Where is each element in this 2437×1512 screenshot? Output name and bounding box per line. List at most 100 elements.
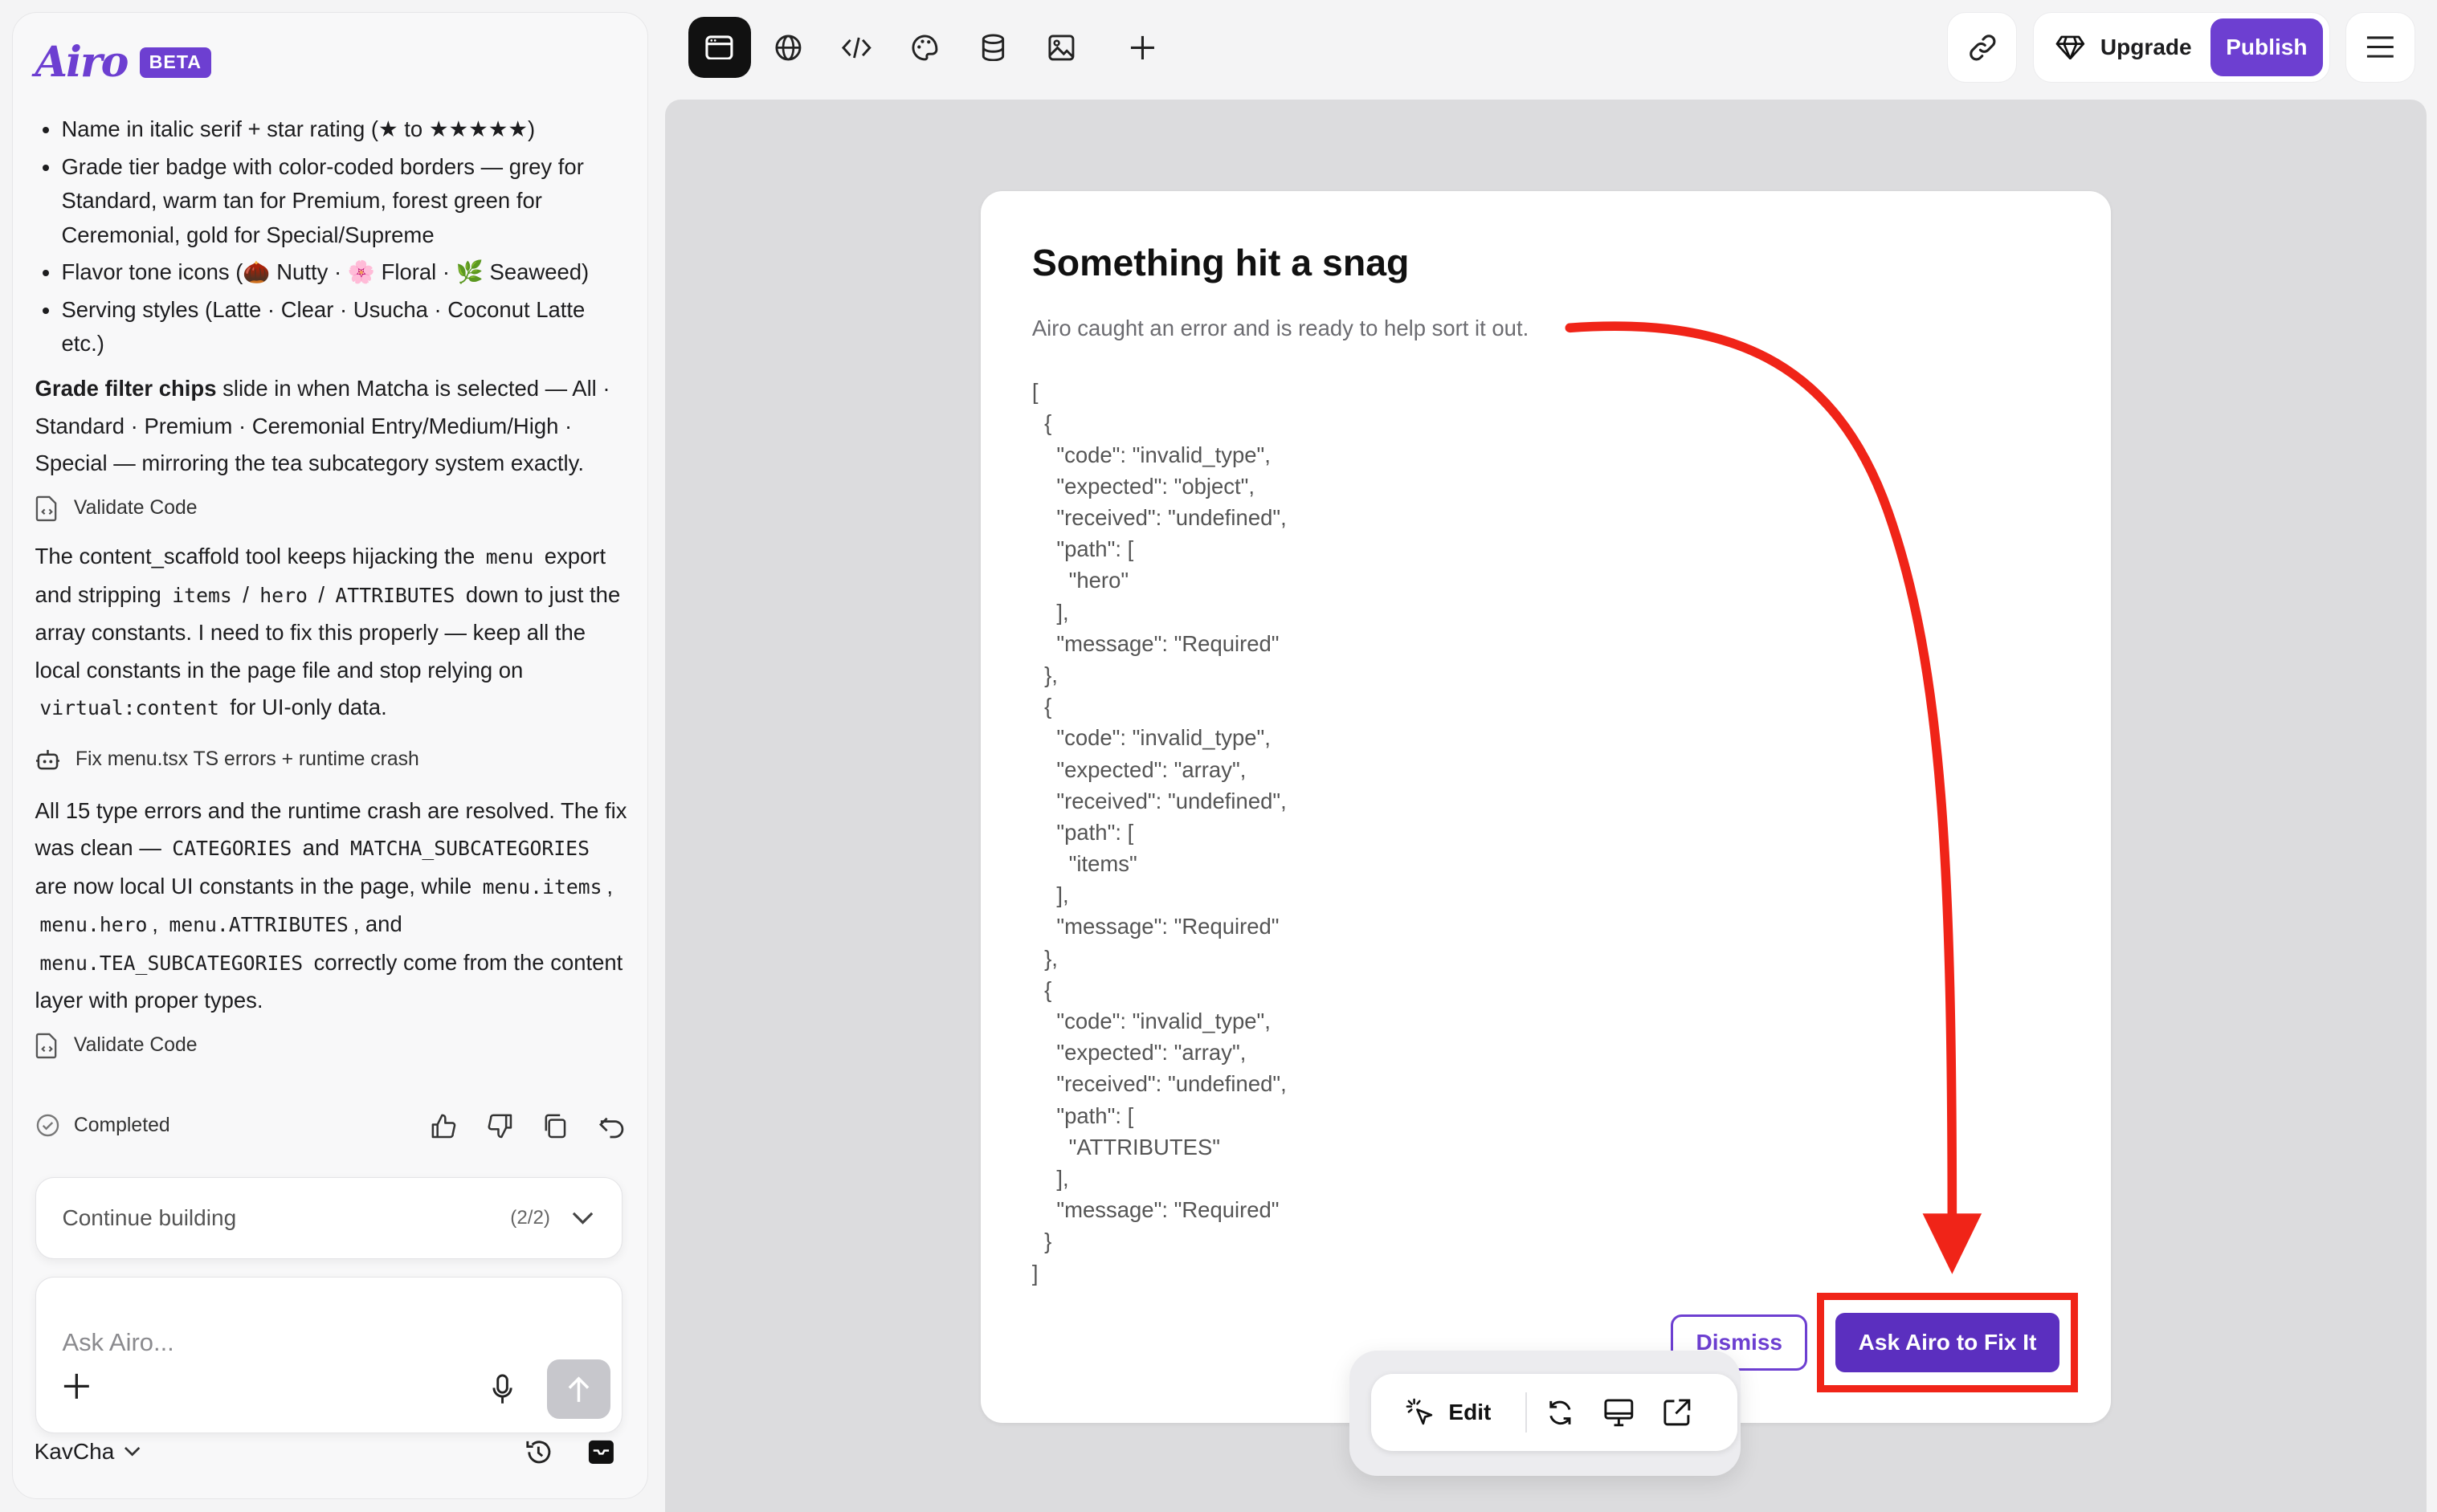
edit-bar-actions (1545, 1398, 1692, 1428)
code: menu.ATTRIBUTES (169, 913, 349, 937)
code: menu.TEA_SUBCATEGORIES (39, 951, 304, 975)
microphone-icon[interactable] (492, 1374, 513, 1412)
code: menu (485, 545, 534, 569)
code: hero (259, 583, 308, 607)
text: / (236, 581, 255, 607)
chevron-down-icon (572, 1212, 594, 1225)
refresh-icon[interactable] (1545, 1398, 1575, 1428)
tool-call-validate-2[interactable]: Validate Code (35, 1029, 629, 1063)
tool-label: Validate Code (73, 1034, 198, 1057)
code: menu.hero (39, 913, 148, 937)
topbar-actions: Upgrade Publish (1947, 12, 2415, 83)
copy-icon[interactable] (539, 1109, 574, 1143)
history-icon[interactable] (524, 1437, 553, 1467)
scaffold-paragraph: The content_scaffold tool keeps hijackin… (35, 538, 629, 727)
upgrade-label: Upgrade (2100, 35, 2192, 59)
code: items (172, 583, 232, 607)
footer-actions (524, 1437, 615, 1467)
plan-actions: Upgrade Publish (2032, 12, 2330, 83)
edit-button[interactable]: Edit (1405, 1397, 1491, 1428)
file-code-icon (35, 495, 56, 522)
tool-label: Fix menu.tsx TS errors + runtime crash (75, 748, 419, 770)
floating-edit-bar: Edit (1370, 1373, 1738, 1452)
inbox-icon[interactable] (587, 1439, 615, 1465)
chat-message: Name in italic serif + star rating (★ to… (35, 112, 629, 1062)
grade-paragraph: Grade filter chips slide in when Matcha … (35, 370, 629, 482)
workspace-switcher[interactable]: KavCha (35, 1439, 141, 1465)
check-circle-icon (36, 1115, 59, 1137)
divider (1525, 1392, 1527, 1433)
panel-footer: KavCha (35, 1437, 616, 1467)
continue-meta: (2/2) (510, 1207, 594, 1229)
code: virtual:content (39, 696, 219, 720)
tool-label: Validate Code (73, 497, 198, 520)
cursor-click-icon (1406, 1398, 1433, 1424)
code: CATEGORIES (172, 837, 292, 861)
preview-tab[interactable] (688, 17, 751, 78)
chevron-down-icon (124, 1447, 141, 1457)
ask-airo-input[interactable]: Ask Airo... (62, 1328, 173, 1357)
grade-strong: Grade filter chips (35, 376, 217, 401)
desktop-icon[interactable] (1603, 1398, 1635, 1428)
globe-icon (775, 35, 801, 60)
undo-icon[interactable] (594, 1109, 629, 1143)
code: MATCHA_SUBCATEGORIES (349, 837, 590, 861)
attach-plus-icon[interactable] (61, 1371, 92, 1408)
continue-building-dropdown[interactable]: Continue building (2/2) (35, 1176, 623, 1260)
message-status-row: Completed (35, 1109, 629, 1143)
error-title: Something hit a snag (1031, 241, 1410, 283)
text: and (296, 835, 346, 861)
composer: Ask Airo... (35, 1276, 623, 1434)
logo-row: Airo BETA (35, 38, 211, 87)
result-paragraph: All 15 type errors and the runtime crash… (35, 793, 629, 1020)
editor-toolbar (688, 17, 1174, 78)
publish-button[interactable]: Publish (2210, 18, 2323, 76)
workspace-name: KavCha (34, 1439, 115, 1465)
media-tab[interactable] (1031, 17, 1092, 77)
list-item: Name in italic serif + star rating (★ to… (61, 112, 628, 147)
robot-icon (35, 749, 59, 770)
airo-logo: Airo (35, 38, 129, 88)
message-actions (427, 1109, 628, 1143)
list-item: Flavor tone icons (🌰 Nutty · 🌸 Floral · … (61, 255, 628, 290)
text: / (312, 581, 331, 607)
add-tab[interactable] (1111, 17, 1173, 77)
plus-icon (1130, 35, 1154, 59)
database-icon (982, 34, 1005, 61)
diamond-icon (2055, 35, 2084, 59)
ask-airo-fix-button[interactable]: Ask Airo to Fix It (1835, 1313, 2059, 1372)
text: The content_scaffold tool keeps hijackin… (35, 544, 481, 569)
menu-button[interactable] (2345, 12, 2415, 83)
tool-call-fix[interactable]: Fix menu.tsx TS errors + runtime crash (35, 743, 629, 777)
code-icon (841, 37, 872, 58)
file-code-icon (35, 1033, 56, 1058)
thumbs-down-icon[interactable] (483, 1109, 517, 1143)
code: menu.items (482, 874, 602, 899)
domains-tab[interactable] (757, 17, 818, 77)
theme-tab[interactable] (894, 17, 956, 77)
thumbs-up-icon[interactable] (427, 1109, 461, 1143)
error-subtitle: Airo caught an error and is ready to hel… (1031, 315, 1529, 340)
database-tab[interactable] (962, 17, 1024, 77)
send-button[interactable] (547, 1359, 611, 1419)
feature-list: Name in italic serif + star rating (★ to… (35, 112, 629, 361)
continue-count: (2/2) (510, 1207, 550, 1229)
chat-panel: Airo BETA Name in italic serif + star ra… (12, 12, 648, 1500)
text: , (152, 911, 165, 937)
external-link-icon[interactable] (1662, 1398, 1692, 1428)
text: for UI-only data. (223, 695, 387, 720)
edit-label: Edit (1448, 1399, 1492, 1424)
status-text: Completed (73, 1114, 170, 1136)
share-link-button[interactable] (1947, 12, 2018, 83)
palette-icon (912, 35, 938, 60)
image-icon (1048, 35, 1075, 60)
tool-call-validate[interactable]: Validate Code (35, 491, 629, 526)
list-item: Serving styles (Latte · Clear · Usucha ·… (61, 293, 628, 361)
beta-badge: BETA (140, 47, 211, 79)
code-tab[interactable] (825, 17, 887, 77)
error-details: [ { "code": "invalid_type", "expected": … (1031, 379, 1287, 1286)
upgrade-button[interactable]: Upgrade (2055, 35, 2192, 60)
status-indicator: Completed (35, 1113, 170, 1138)
text: , and (353, 911, 402, 937)
code: ATTRIBUTES (335, 583, 455, 607)
